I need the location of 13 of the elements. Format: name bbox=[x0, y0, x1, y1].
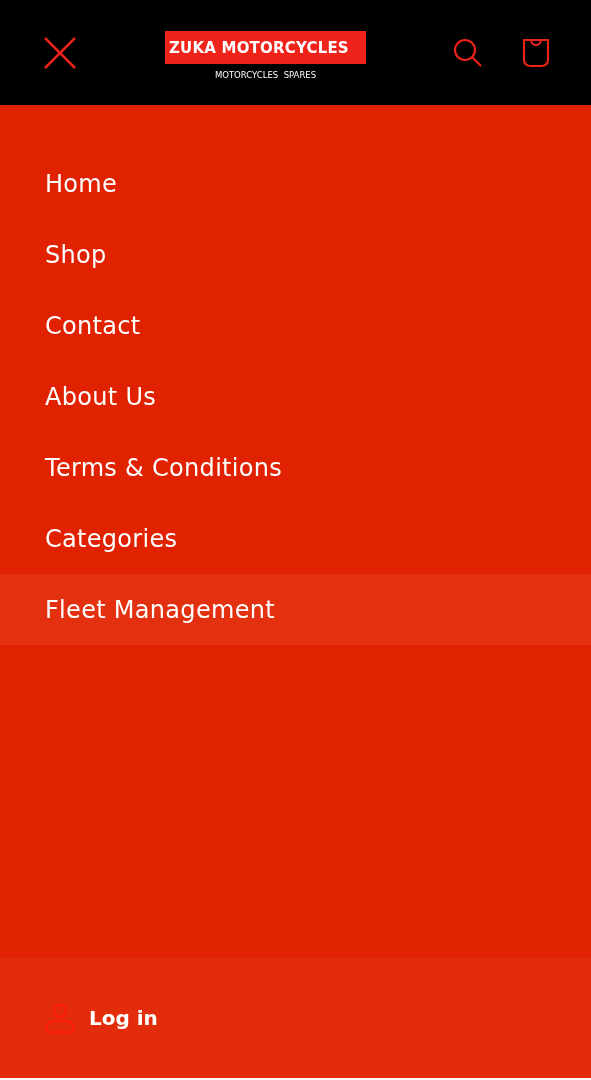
menu-item[interactable]: Terms & Conditions bbox=[0, 432, 591, 503]
menu-item[interactable]: Fleet Management bbox=[0, 574, 591, 645]
search-icon[interactable] bbox=[453, 37, 483, 68]
logo-subtitle: MOTORCYCLES SPARES bbox=[214, 70, 317, 80]
menu-item[interactable]: Categories bbox=[0, 503, 591, 574]
menu-item[interactable]: Home bbox=[0, 148, 591, 219]
menu-item[interactable]: Shop bbox=[0, 219, 591, 290]
close-icon[interactable] bbox=[42, 34, 78, 71]
menu-item[interactable]: Contact bbox=[0, 290, 591, 361]
menu-item[interactable]: About Us bbox=[0, 361, 591, 432]
login-link[interactable]: Log in bbox=[89, 1006, 158, 1030]
logo-title[interactable]: ZUKA MOTORCYCLES bbox=[165, 31, 366, 64]
bag-icon[interactable] bbox=[521, 37, 551, 68]
